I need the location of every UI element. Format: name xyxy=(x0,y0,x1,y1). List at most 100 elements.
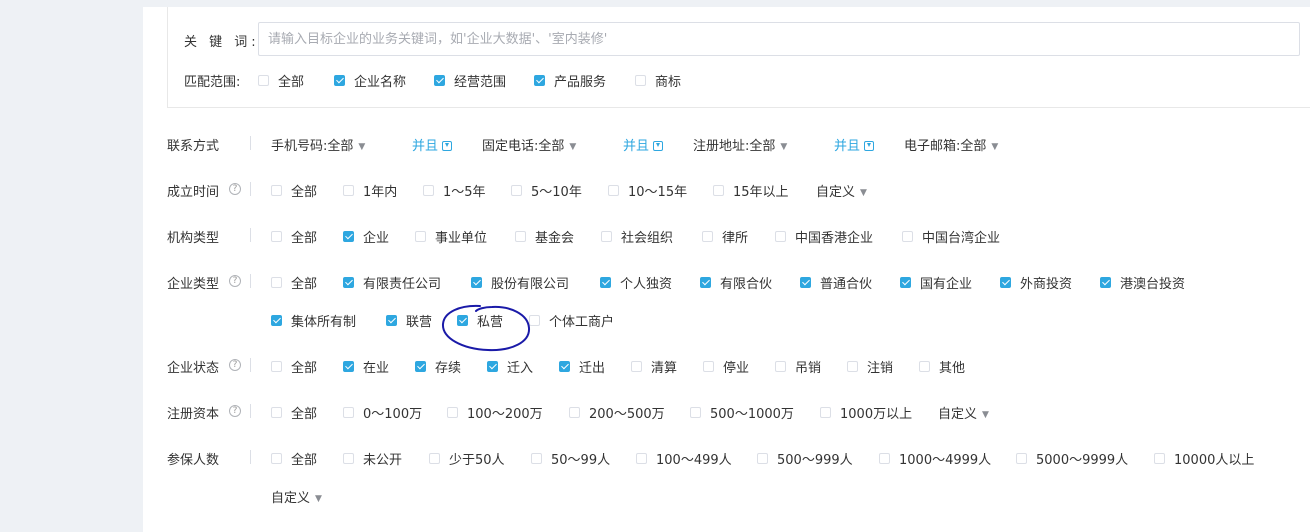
status-option[interactable]: 存续 xyxy=(415,357,461,376)
founded-option[interactable]: 5～10年 xyxy=(511,181,582,200)
ent-type-option[interactable]: 全部 xyxy=(271,273,317,292)
org-type-option[interactable]: 企业 xyxy=(343,227,389,246)
checkbox[interactable] xyxy=(511,185,522,196)
ent-type-option[interactable]: 外商投资 xyxy=(1000,273,1072,292)
checkbox[interactable] xyxy=(343,231,354,242)
and-toggle-2[interactable]: 并且 xyxy=(623,135,664,154)
checkbox[interactable] xyxy=(900,277,911,288)
checkbox[interactable] xyxy=(1016,453,1027,464)
address-dropdown[interactable]: 注册地址:全部 ▼ xyxy=(693,135,787,154)
capital-option[interactable]: 500～1000万 xyxy=(690,403,794,422)
checkbox[interactable] xyxy=(343,277,354,288)
checkbox[interactable] xyxy=(258,75,269,86)
checkbox[interactable] xyxy=(635,75,646,86)
checkbox[interactable] xyxy=(1154,453,1165,464)
checkbox[interactable] xyxy=(343,453,354,464)
checkbox[interactable] xyxy=(447,407,458,418)
ent-type-option[interactable]: 个人独资 xyxy=(600,273,672,292)
checkbox[interactable] xyxy=(271,315,282,326)
checkbox[interactable] xyxy=(343,407,354,418)
checkbox[interactable] xyxy=(271,453,282,464)
checkbox[interactable] xyxy=(271,185,282,196)
checkbox[interactable] xyxy=(457,315,468,326)
checkbox[interactable] xyxy=(713,185,724,196)
ent-type-option[interactable]: 普通合伙 xyxy=(800,273,872,292)
checkbox[interactable] xyxy=(386,315,397,326)
match-option-trademark[interactable]: 商标 xyxy=(635,71,681,90)
checkbox[interactable] xyxy=(902,231,913,242)
help-icon[interactable]: ? xyxy=(229,359,241,371)
org-type-option[interactable]: 社会组织 xyxy=(601,227,673,246)
checkbox[interactable] xyxy=(271,231,282,242)
checkbox[interactable] xyxy=(636,453,647,464)
checkbox[interactable] xyxy=(271,407,282,418)
insured-option[interactable]: 5000～9999人 xyxy=(1016,449,1128,468)
org-type-option[interactable]: 全部 xyxy=(271,227,317,246)
ent-type-option[interactable]: 港澳台投资 xyxy=(1100,273,1185,292)
ent-type-option[interactable]: 有限责任公司 xyxy=(343,273,441,292)
checkbox[interactable] xyxy=(1100,277,1111,288)
checkbox[interactable] xyxy=(601,231,612,242)
match-option-all[interactable]: 全部 xyxy=(258,71,304,90)
checkbox[interactable] xyxy=(429,453,440,464)
insured-option[interactable]: 10000人以上 xyxy=(1154,449,1254,468)
ent-type-option[interactable]: 联营 xyxy=(386,311,432,330)
checkbox[interactable] xyxy=(608,185,619,196)
status-option[interactable]: 迁出 xyxy=(559,357,605,376)
checkbox[interactable] xyxy=(471,277,482,288)
insured-option[interactable]: 全部 xyxy=(271,449,317,468)
founded-option[interactable]: 10～15年 xyxy=(608,181,687,200)
checkbox[interactable] xyxy=(820,407,831,418)
mobile-dropdown[interactable]: 手机号码:全部 ▼ xyxy=(271,135,365,154)
checkbox[interactable] xyxy=(631,361,642,372)
ent-type-option[interactable]: 股份有限公司 xyxy=(471,273,569,292)
checkbox[interactable] xyxy=(415,231,426,242)
checkbox[interactable] xyxy=(1000,277,1011,288)
checkbox[interactable] xyxy=(487,361,498,372)
checkbox[interactable] xyxy=(700,277,711,288)
checkbox[interactable] xyxy=(271,277,282,288)
ent-type-option[interactable]: 国有企业 xyxy=(900,273,972,292)
insured-option[interactable]: 100～499人 xyxy=(636,449,732,468)
org-type-option[interactable]: 基金会 xyxy=(515,227,574,246)
founded-option[interactable]: 1年内 xyxy=(343,181,397,200)
checkbox[interactable] xyxy=(703,361,714,372)
insured-option[interactable]: 1000～4999人 xyxy=(879,449,991,468)
checkbox[interactable] xyxy=(559,361,570,372)
capital-custom-dropdown[interactable]: 自定义 ▼ xyxy=(938,403,989,422)
checkbox[interactable] xyxy=(271,361,282,372)
checkbox[interactable] xyxy=(515,231,526,242)
ent-type-option[interactable]: 个体工商户 xyxy=(529,311,614,330)
org-type-option[interactable]: 事业单位 xyxy=(415,227,487,246)
landline-dropdown[interactable]: 固定电话:全部 ▼ xyxy=(482,135,576,154)
help-icon[interactable]: ? xyxy=(229,275,241,287)
checkbox[interactable] xyxy=(702,231,713,242)
checkbox[interactable] xyxy=(847,361,858,372)
founded-option[interactable]: 全部 xyxy=(271,181,317,200)
match-option-business-scope[interactable]: 经营范围 xyxy=(434,71,506,90)
checkbox[interactable] xyxy=(775,361,786,372)
keyword-input[interactable] xyxy=(258,22,1300,56)
email-dropdown[interactable]: 电子邮箱:全部 ▼ xyxy=(904,135,998,154)
checkbox[interactable] xyxy=(343,185,354,196)
founded-custom-dropdown[interactable]: 自定义 ▼ xyxy=(816,181,867,200)
checkbox[interactable] xyxy=(334,75,345,86)
capital-option[interactable]: 100～200万 xyxy=(447,403,543,422)
status-option[interactable]: 停业 xyxy=(703,357,749,376)
founded-option[interactable]: 15年以上 xyxy=(713,181,789,200)
ent-type-option[interactable]: 集体所有制 xyxy=(271,311,356,330)
checkbox[interactable] xyxy=(569,407,580,418)
status-option[interactable]: 迁入 xyxy=(487,357,533,376)
checkbox[interactable] xyxy=(775,231,786,242)
match-option-products[interactable]: 产品服务 xyxy=(534,71,606,90)
org-type-option[interactable]: 中国台湾企业 xyxy=(902,227,1000,246)
capital-option[interactable]: 0～100万 xyxy=(343,403,422,422)
insured-option[interactable]: 少于50人 xyxy=(429,449,505,468)
checkbox[interactable] xyxy=(434,75,445,86)
status-option[interactable]: 清算 xyxy=(631,357,677,376)
org-type-option[interactable]: 律所 xyxy=(702,227,748,246)
capital-option[interactable]: 200～500万 xyxy=(569,403,665,422)
checkbox[interactable] xyxy=(423,185,434,196)
checkbox[interactable] xyxy=(531,453,542,464)
and-toggle-1[interactable]: 并且 xyxy=(412,135,453,154)
